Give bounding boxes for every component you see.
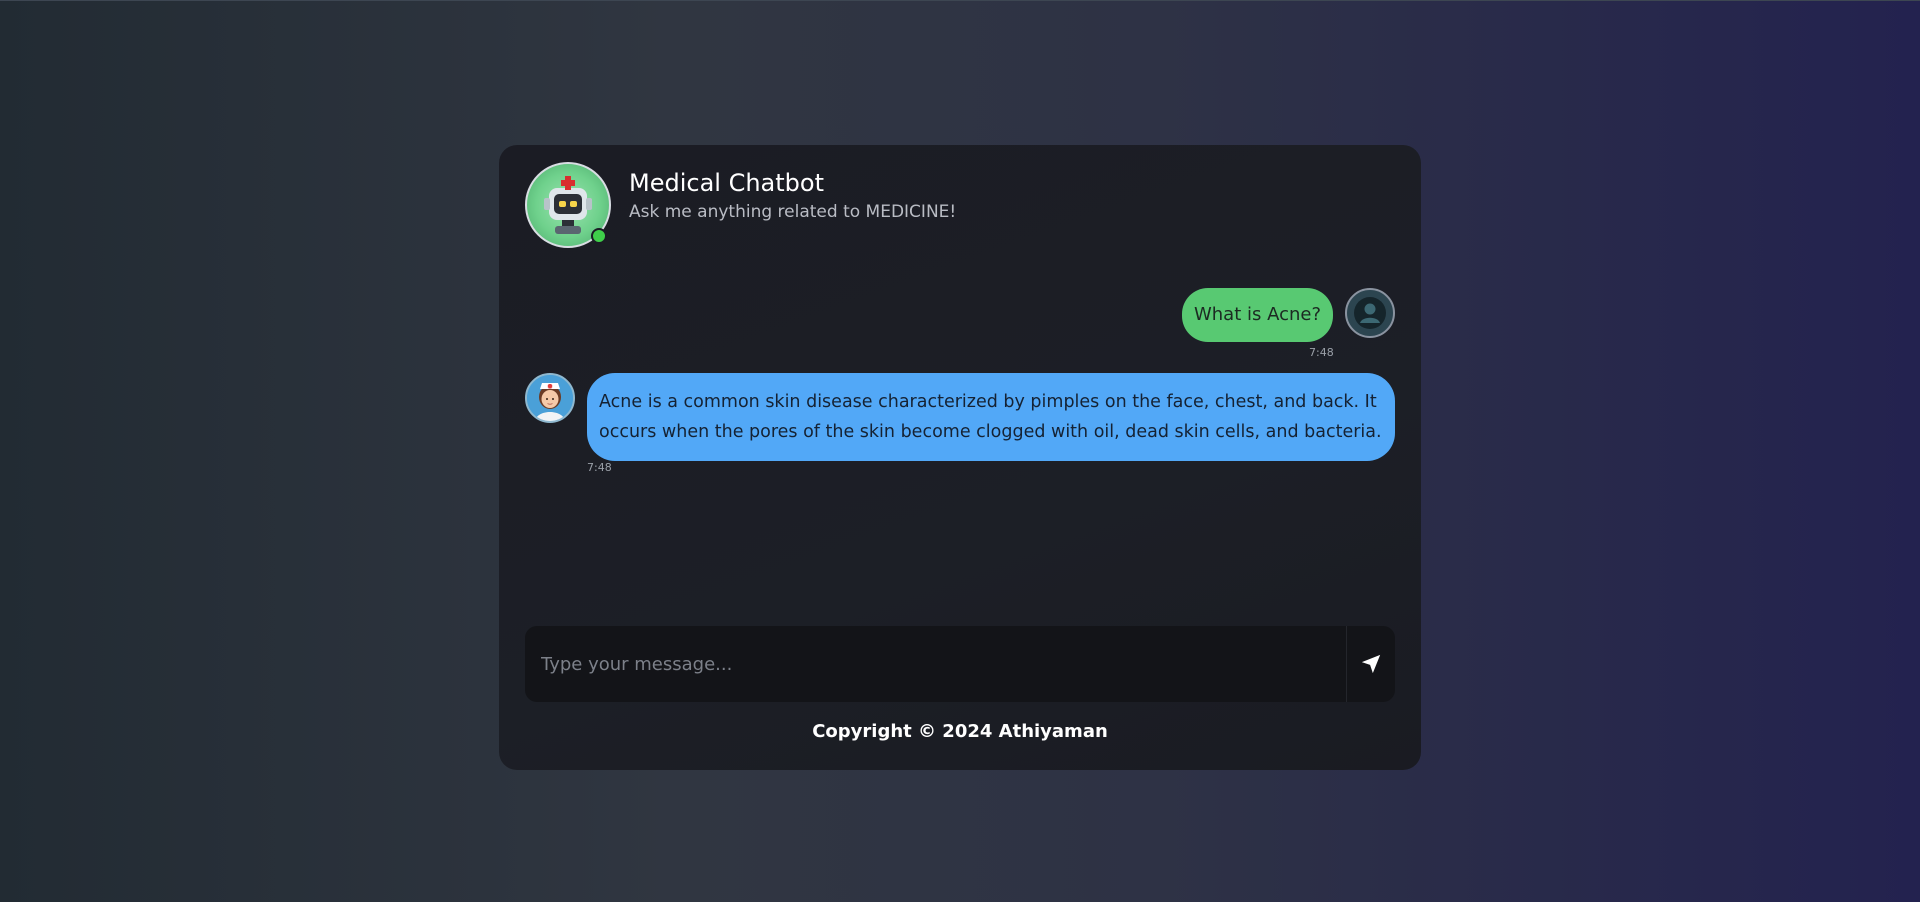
bot-message: Acne is a common skin disease characteri… xyxy=(525,373,1395,461)
chat-subtitle: Ask me anything related to MEDICINE! xyxy=(629,202,957,222)
chat-card: Medical Chatbot Ask me anything related … xyxy=(499,145,1421,770)
bot-message-avatar xyxy=(525,373,575,423)
nurse-icon xyxy=(527,375,573,421)
send-button[interactable] xyxy=(1346,626,1395,702)
user-avatar xyxy=(1345,288,1395,338)
robot-doctor-icon xyxy=(544,176,592,234)
user-icon xyxy=(1354,297,1386,329)
message-input-bar xyxy=(525,626,1395,702)
copyright-footer: Copyright © 2024 Athiyaman xyxy=(812,721,1108,742)
online-status-indicator xyxy=(591,228,607,244)
user-message-bubble: What is Acne? xyxy=(1181,288,1333,342)
chat-title: Medical Chatbot xyxy=(629,169,824,197)
top-border xyxy=(0,0,1920,1)
bot-message-bubble: Acne is a common skin disease characteri… xyxy=(587,373,1395,461)
bot-avatar xyxy=(525,162,611,248)
user-message: What is Acne? xyxy=(1181,288,1395,342)
header-text: Medical Chatbot Ask me anything related … xyxy=(629,164,956,223)
user-message-time: 7:48 xyxy=(1309,346,1334,359)
bot-message-time: 7:48 xyxy=(587,461,612,474)
send-icon xyxy=(1361,654,1381,674)
message-input[interactable] xyxy=(525,626,1346,702)
chat-header: Medical Chatbot Ask me anything related … xyxy=(525,162,956,248)
